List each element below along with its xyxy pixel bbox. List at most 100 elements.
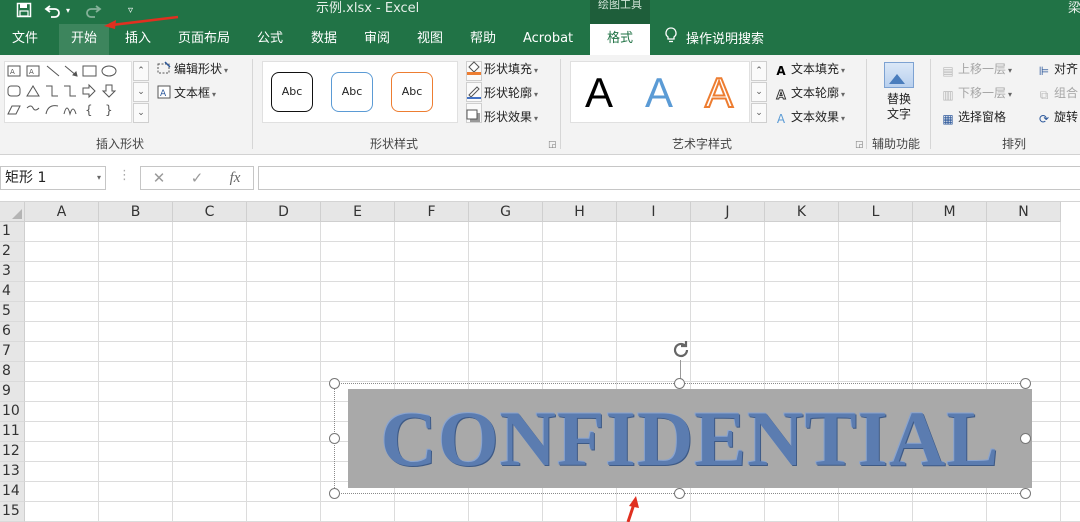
gallery-more[interactable]: ⌄	[133, 103, 149, 123]
wordart-style-orange-outline[interactable]: A	[699, 69, 739, 117]
shape-styles-launcher-icon[interactable]: ◲	[548, 140, 557, 150]
tab-file[interactable]: 文件	[0, 24, 50, 55]
name-box-dropdown-icon[interactable]: ▾	[97, 167, 101, 189]
column-header-f[interactable]: F	[395, 202, 469, 222]
resize-handle-right[interactable]	[1020, 433, 1031, 444]
row-header-14[interactable]: 14	[0, 482, 25, 502]
rotate-button[interactable]: ⟳ 旋转	[1036, 107, 1078, 127]
gallery-scroll-up[interactable]: ⌃	[133, 61, 149, 81]
row-header-12[interactable]: 12	[0, 442, 25, 462]
save-icon[interactable]	[16, 2, 32, 22]
row-header-2[interactable]: 2	[0, 242, 25, 262]
ribbon-format: A A { } ⌃ ⌄ ⌄ 编辑形状 ▾ A 文本框 ▾ 插入形状 Abc Ab…	[0, 55, 1080, 155]
row-header-10[interactable]: 10	[0, 402, 25, 422]
name-box[interactable]: 矩形 1 ▾	[0, 166, 106, 190]
column-header-h[interactable]: H	[543, 202, 617, 222]
row-header-15[interactable]: 15	[0, 502, 25, 522]
wordart-style-blue[interactable]: A	[639, 70, 679, 116]
row-header-3[interactable]: 3	[0, 262, 25, 282]
column-header-d[interactable]: D	[247, 202, 321, 222]
row-header-5[interactable]: 5	[0, 302, 25, 322]
row-header-11[interactable]: 11	[0, 422, 25, 442]
wordart-gallery-up[interactable]: ⌃	[751, 61, 767, 81]
wordart-gallery-down[interactable]: ⌄	[751, 82, 767, 102]
edit-shape-button[interactable]: 编辑形状 ▾	[156, 59, 228, 79]
row-header-1[interactable]: 1	[0, 222, 25, 242]
shape-style-black[interactable]: Abc	[271, 72, 313, 112]
column-header-m[interactable]: M	[913, 202, 987, 222]
resize-handle-top-left[interactable]	[329, 378, 340, 389]
alt-text-button[interactable]: 替换 文字	[874, 59, 924, 133]
resize-handle-bottom-left[interactable]	[329, 488, 340, 499]
text-fill-button[interactable]: A 文本填充 ▾	[773, 59, 845, 79]
shape-outline-button[interactable]: 形状轮廓 ▾	[466, 83, 538, 103]
tab-data[interactable]: 数据	[299, 24, 349, 55]
column-header-a[interactable]: A	[25, 202, 99, 222]
tab-review[interactable]: 审阅	[352, 24, 402, 55]
confidential-shape[interactable]: CONFIDENTIAL	[348, 389, 1032, 488]
pen-icon	[466, 85, 482, 99]
column-header-j[interactable]: J	[691, 202, 765, 222]
selection-pane-button[interactable]: ▦ 选择窗格	[940, 107, 1006, 127]
formula-bar-grip-icon[interactable]: ⋮	[118, 168, 131, 183]
shape-fill-button[interactable]: 形状填充 ▾	[466, 59, 538, 79]
send-backward-button[interactable]: ▥ 下移一层 ▾	[940, 83, 1012, 103]
wordart-styles-launcher-icon[interactable]: ◲	[855, 140, 864, 150]
bring-forward-button[interactable]: ▤ 上移一层 ▾	[940, 59, 1012, 79]
column-header-k[interactable]: K	[765, 202, 839, 222]
group-button[interactable]: ⧉ 组合	[1036, 83, 1078, 103]
shape-style-orange[interactable]: Abc	[391, 72, 433, 112]
row-header-4[interactable]: 4	[0, 282, 25, 302]
column-header-c[interactable]: C	[173, 202, 247, 222]
select-all-button[interactable]	[0, 202, 25, 222]
wordart-gallery-more[interactable]: ⌄	[751, 103, 767, 123]
text-outline-button[interactable]: A 文本轮廓 ▾	[773, 83, 845, 103]
gallery-scroll-down[interactable]: ⌄	[133, 82, 149, 102]
column-header-g[interactable]: G	[469, 202, 543, 222]
shape-style-blue[interactable]: Abc	[331, 72, 373, 112]
resize-handle-top-right[interactable]	[1020, 378, 1031, 389]
shape-style-gallery[interactable]: Abc Abc Abc	[262, 61, 458, 123]
shape-effects-button[interactable]: 形状效果 ▾	[466, 107, 538, 127]
paint-bucket-icon	[466, 61, 482, 75]
row-header-6[interactable]: 6	[0, 322, 25, 342]
insert-function-icon[interactable]: fx	[224, 167, 246, 189]
column-header-i[interactable]: I	[617, 202, 691, 222]
tab-formulas[interactable]: 公式	[245, 24, 295, 55]
undo-icon[interactable]	[44, 2, 62, 22]
row-header-7[interactable]: 7	[0, 342, 25, 362]
column-header-e[interactable]: E	[321, 202, 395, 222]
resize-handle-bottom[interactable]	[674, 488, 685, 499]
rotate-handle-icon[interactable]	[669, 338, 693, 362]
tab-help[interactable]: 帮助	[458, 24, 508, 55]
shapes-gallery[interactable]: A A { }	[4, 61, 132, 123]
align-button[interactable]: ⊫ 对齐	[1036, 59, 1078, 79]
enter-icon[interactable]: ✓	[186, 167, 208, 189]
svg-text:{: {	[85, 103, 93, 117]
formula-input[interactable]	[258, 166, 1080, 190]
column-header-b[interactable]: B	[99, 202, 173, 222]
column-header-n[interactable]: N	[987, 202, 1061, 222]
resize-handle-left[interactable]	[329, 433, 340, 444]
tab-format[interactable]: 格式	[590, 24, 650, 55]
resize-handle-bottom-right[interactable]	[1020, 488, 1031, 499]
annotation-arrow-icon	[626, 496, 639, 522]
group-label-wordart-styles: 艺术字样式	[672, 137, 733, 151]
row-header-13[interactable]: 13	[0, 462, 25, 482]
user-name[interactable]: 梁	[1068, 0, 1080, 16]
resize-handle-top[interactable]	[674, 378, 685, 389]
row-header-8[interactable]: 8	[0, 362, 25, 382]
text-box-button[interactable]: A 文本框 ▾	[156, 83, 216, 103]
undo-dropdown-icon[interactable]: ▾	[66, 2, 70, 20]
column-header-l[interactable]: L	[839, 202, 913, 222]
cancel-icon[interactable]: ✕	[148, 167, 170, 189]
group-icon: ⧉	[1039, 88, 1049, 102]
tell-me-search[interactable]: 操作说明搜索	[664, 24, 764, 55]
row-header-9[interactable]: 9	[0, 382, 25, 402]
wordart-style-black[interactable]: A	[579, 70, 619, 116]
group-divider	[866, 59, 867, 149]
tab-view[interactable]: 视图	[405, 24, 455, 55]
wordart-gallery[interactable]: A A A	[570, 61, 750, 123]
text-effects-button[interactable]: A 文本效果 ▾	[773, 107, 845, 127]
tab-acrobat[interactable]: Acrobat	[511, 24, 585, 55]
